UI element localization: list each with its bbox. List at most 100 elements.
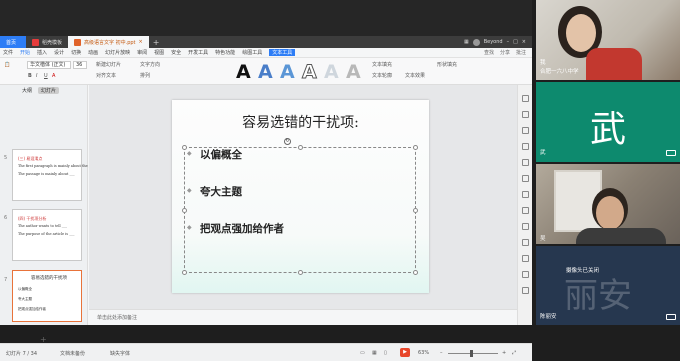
italic-icon[interactable]: I (36, 73, 37, 79)
side-tool-icon[interactable] (522, 95, 529, 102)
font-color-icon[interactable]: A (52, 73, 55, 79)
view-normal-icon[interactable]: ▭ (360, 350, 365, 356)
slide-thumbnail-6[interactable]: (四) 干扰项分析 The author wants to tell ___ T… (12, 209, 82, 261)
side-tool-icon[interactable] (522, 175, 529, 182)
tab-home[interactable]: 首页 (0, 36, 26, 48)
menu-slideshow[interactable]: 幻灯片放映 (105, 49, 130, 56)
avatar[interactable] (472, 38, 480, 46)
comment-button[interactable]: 批注 (516, 49, 526, 56)
side-tool-icon[interactable] (522, 191, 529, 198)
thumb-heading: (四) 干扰项分析 (18, 216, 47, 221)
slide-counter: 幻灯片 7 / 34 (6, 351, 37, 357)
menu-start[interactable]: 开始 (20, 49, 30, 56)
play-slideshow-button[interactable]: ▶ (400, 348, 410, 357)
resize-handle[interactable] (182, 270, 187, 275)
participant-name: 陈丽安 (540, 314, 557, 320)
side-tool-icon[interactable] (522, 271, 529, 278)
underline-icon[interactable]: U (44, 73, 48, 79)
minimize-icon[interactable]: – (507, 39, 510, 45)
close-icon[interactable]: × (139, 39, 143, 45)
side-tool-icon[interactable] (522, 127, 529, 134)
shape-fill-button[interactable]: 形状填充 (437, 61, 457, 68)
text-outline-button[interactable]: 文本轮廓 (372, 72, 392, 79)
missing-font-status[interactable]: 缺失字体 (110, 350, 130, 357)
menu-devtools[interactable]: 开发工具 (188, 49, 208, 56)
zoom-out-icon[interactable]: – (440, 350, 443, 356)
grid-icon[interactable]: ▦ (464, 39, 469, 45)
new-tab-button[interactable]: + (153, 38, 160, 47)
resize-handle[interactable] (298, 270, 303, 275)
new-slide-button[interactable]: 新建幻灯片 (96, 61, 121, 68)
zoom-slider-handle[interactable] (470, 350, 473, 357)
side-tool-icon[interactable] (522, 223, 529, 230)
text-style-preset-6[interactable]: A (346, 61, 361, 83)
text-style-preset-5[interactable]: A (324, 61, 339, 83)
video-tile-chen[interactable]: 丽安 摄像头已关闭 陈丽安 (536, 246, 680, 325)
video-tile-wu-camera[interactable]: 吴 (536, 164, 680, 244)
side-tool-icon[interactable] (522, 159, 529, 166)
slide-thumbnail-5[interactable]: (三) 易混淆点 The first paragraph is mainly a… (12, 149, 94, 201)
text-style-preset-3[interactable]: A (280, 61, 295, 83)
menu-design[interactable]: 设计 (54, 49, 64, 56)
zoom-slider[interactable] (448, 353, 498, 354)
text-box-selection[interactable] (182, 145, 418, 275)
window-close-icon[interactable]: × (522, 39, 526, 45)
tab-wps-template[interactable]: 稻壳模板 (26, 36, 68, 48)
side-tool-icon[interactable] (522, 255, 529, 262)
slide-thumbnail-7[interactable]: 容易选错的干扰项 以偏概全 夸大主题 把观点强加给作者 (12, 270, 82, 322)
view-sorter-icon[interactable]: ▦ (372, 350, 377, 356)
resize-handle[interactable] (413, 208, 418, 213)
slide-panel-tabs: 大纲 幻灯片 (22, 87, 60, 94)
menu-file[interactable]: 文件 (3, 49, 13, 56)
view-reading-icon[interactable]: ▯ (384, 350, 387, 356)
resize-handle[interactable] (182, 208, 187, 213)
menu-drawing-tools[interactable]: 绘图工具 (242, 49, 262, 56)
menu-review[interactable]: 审阅 (137, 49, 147, 56)
notes-pane[interactable]: 单击此处添加备注 (89, 309, 517, 323)
side-tool-icon[interactable] (522, 143, 529, 150)
menu-text-tools[interactable]: 文本工具 (269, 49, 296, 56)
rotate-handle-icon[interactable]: ↻ (284, 138, 291, 145)
maximize-icon[interactable]: □ (513, 39, 518, 45)
camera-icon[interactable] (666, 314, 676, 320)
text-direction-button[interactable]: 文字方向 (140, 61, 160, 68)
resize-handle[interactable] (413, 145, 418, 150)
arrange-button[interactable]: 排列 (140, 72, 150, 79)
tab-current-document[interactable]: 高级语言文字 初中.ppt × (68, 36, 149, 48)
text-fill-button[interactable]: 文本填充 (372, 61, 392, 68)
zoom-in-icon[interactable]: + (502, 350, 506, 356)
side-tool-icon[interactable] (522, 239, 529, 246)
side-tool-icon[interactable] (522, 111, 529, 118)
paste-icon[interactable]: 📋 (4, 62, 10, 68)
current-slide[interactable]: 容易选错的干扰项: ↻ 以偏概全 夸大主题 把观点强加给作者 (172, 100, 429, 293)
text-style-preset-4[interactable]: A (302, 61, 318, 84)
resize-handle[interactable] (413, 270, 418, 275)
tab-outline[interactable]: 大纲 (22, 87, 32, 94)
menu-transition[interactable]: 切换 (71, 49, 81, 56)
text-style-preset-2[interactable]: A (258, 61, 273, 83)
share-button[interactable]: 分享 (500, 49, 510, 56)
text-effect-button[interactable]: 文本效果 (405, 72, 425, 79)
tab-slides[interactable]: 幻灯片 (38, 87, 60, 94)
thumb-text: The passage is mainly about ___ (18, 172, 75, 176)
find-button[interactable]: 查找 (484, 49, 494, 56)
video-tile-wu[interactable]: 武 武 (536, 82, 680, 162)
resize-handle[interactable] (298, 145, 303, 150)
fit-window-icon[interactable]: ⤢ (512, 350, 516, 356)
font-size-select[interactable]: 36 (73, 61, 87, 69)
font-family-select[interactable]: 华文楷体 (正文) (27, 61, 71, 69)
backup-status[interactable]: 文档未备份 (60, 350, 85, 357)
text-style-preset-1[interactable]: A (236, 61, 251, 83)
side-tool-icon[interactable] (522, 207, 529, 214)
video-tile-self[interactable]: 我 合肥一六八中学 (536, 0, 680, 80)
participant-clothing (586, 48, 642, 80)
menu-view[interactable]: 视图 (154, 49, 164, 56)
menu-security[interactable]: 安全 (171, 49, 181, 56)
align-text-button[interactable]: 对齐文本 (96, 72, 116, 79)
bold-icon[interactable]: B (28, 73, 32, 79)
menu-animation[interactable]: 动画 (88, 49, 98, 56)
menu-insert[interactable]: 插入 (37, 49, 47, 56)
camera-icon[interactable] (666, 150, 676, 156)
menu-features[interactable]: 特色功能 (215, 49, 235, 56)
side-tool-icon[interactable] (522, 287, 529, 294)
